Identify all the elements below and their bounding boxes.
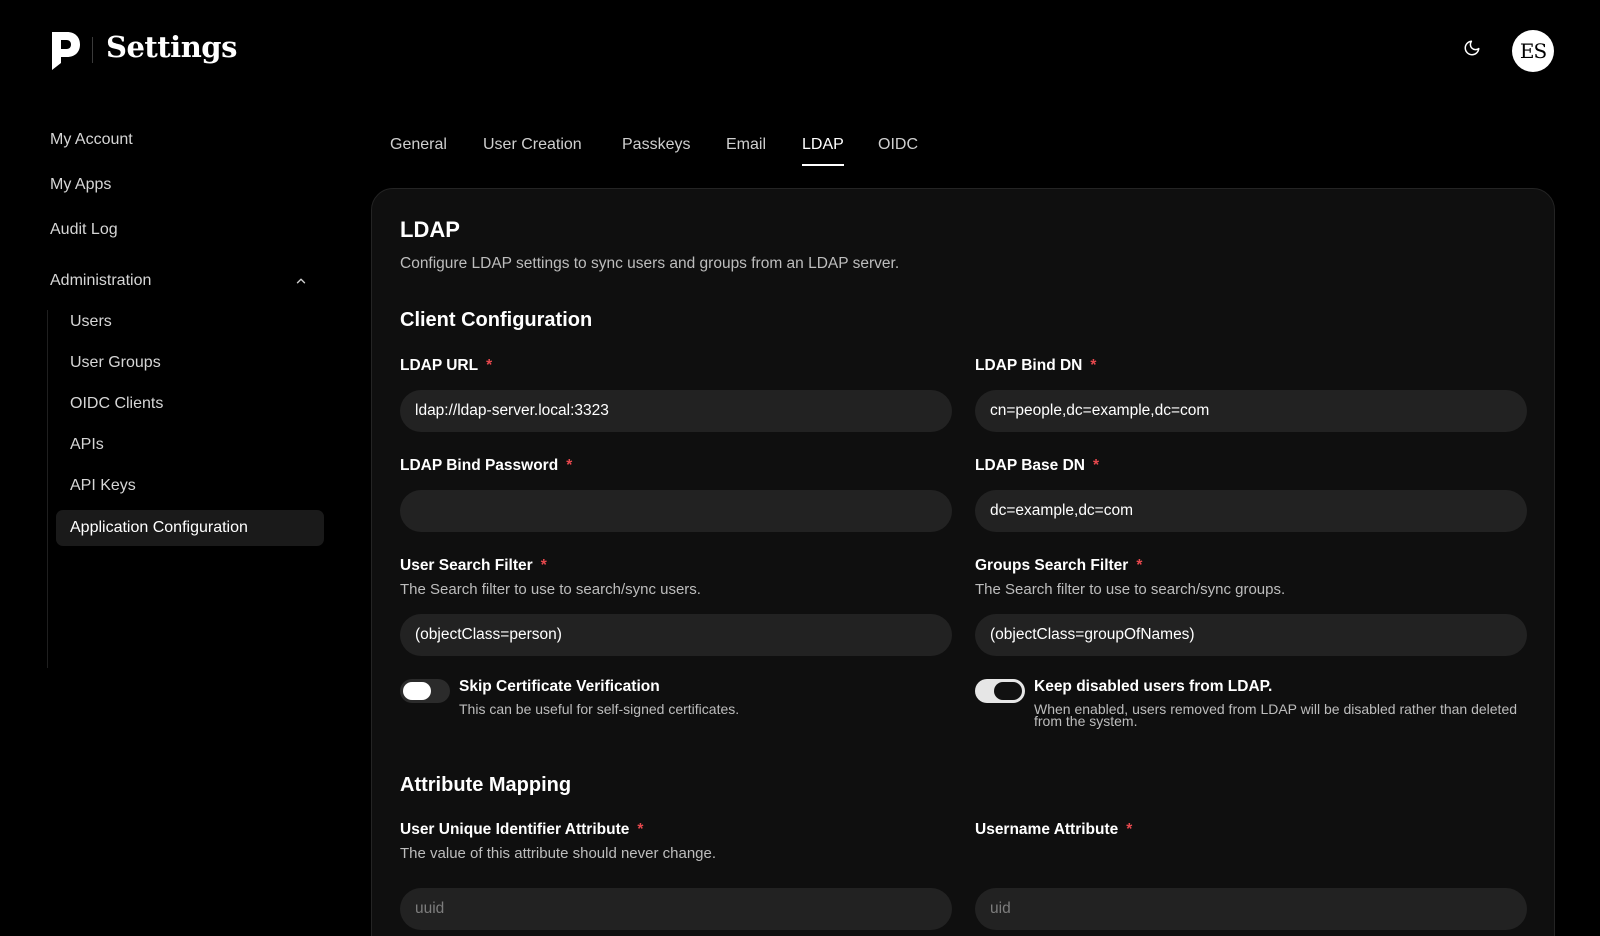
username-attribute-label-text: Username Attribute: [975, 821, 1119, 838]
tab-email[interactable]: Email: [726, 132, 766, 166]
required-marker: *: [486, 357, 493, 374]
ldap-bind-password-input[interactable]: [400, 490, 952, 532]
ldap-bind-dn-input[interactable]: [975, 390, 1527, 432]
required-marker: *: [1092, 457, 1100, 474]
sidebar-item-my-apps[interactable]: My Apps: [50, 172, 111, 198]
required-marker: *: [566, 457, 573, 474]
username-attribute-label: Username Attribute *: [975, 821, 1132, 839]
skip-certificate-verification-label: Skip Certificate Verification: [459, 678, 660, 695]
groups-search-filter-help: The Search filter to use to search/sync …: [975, 581, 1286, 598]
skip-certificate-verification-toggle[interactable]: [400, 679, 450, 703]
logo-divider: [92, 37, 93, 63]
ldap-base-dn-label-text: LDAP Base DN: [975, 457, 1085, 474]
user-unique-identifier-help: The value of this attribute should never…: [400, 845, 717, 862]
ldap-url-label-text: LDAP URL: [400, 357, 479, 374]
moon-icon: [1463, 39, 1481, 62]
sidebar-item-oidc-clients[interactable]: OIDC Clients: [56, 386, 324, 422]
sidebar-item-user-groups[interactable]: User Groups: [56, 345, 324, 381]
user-avatar[interactable]: ES: [1512, 30, 1554, 72]
keep-disabled-users-toggle[interactable]: [975, 679, 1025, 703]
required-marker: *: [1126, 821, 1133, 838]
user-search-filter-label: User Search Filter *: [400, 557, 547, 575]
required-marker: *: [540, 557, 547, 574]
sidebar-item-apis[interactable]: APIs: [56, 427, 324, 463]
card-title: LDAP: [400, 217, 460, 242]
skip-certificate-verification-help: This can be useful for self-signed certi…: [459, 701, 740, 717]
tab-user-creation[interactable]: User Creation: [483, 132, 582, 166]
ldap-settings-card: LDAP Configure LDAP settings to sync use…: [371, 188, 1555, 936]
tab-general[interactable]: General: [390, 132, 447, 166]
toggle-knob: [403, 682, 431, 700]
user-unique-identifier-input[interactable]: [400, 888, 952, 930]
pocket-id-logo-icon[interactable]: [50, 32, 80, 70]
sidebar-item-users[interactable]: Users: [56, 304, 324, 340]
user-unique-identifier-label: User Unique Identifier Attribute *: [400, 821, 643, 839]
tab-passkeys[interactable]: Passkeys: [622, 132, 690, 166]
ldap-url-input[interactable]: [400, 390, 952, 432]
ldap-bind-password-label: LDAP Bind Password *: [400, 457, 572, 475]
required-marker: *: [1090, 357, 1097, 374]
tab-ldap-label: LDAP: [802, 136, 844, 153]
user-search-filter-help: The Search filter to use to search/sync …: [400, 581, 701, 598]
header: Settings ES: [0, 0, 1600, 100]
toggle-knob: [994, 682, 1022, 700]
active-tab-indicator: [802, 164, 844, 166]
settings-page: Settings ES My Account My Apps Audit Log…: [0, 0, 1600, 936]
submenu-divider: [47, 310, 48, 668]
user-unique-identifier-label-text: User Unique Identifier Attribute: [400, 821, 630, 838]
theme-toggle-button[interactable]: [1458, 36, 1486, 64]
attribute-mapping-title: Attribute Mapping: [400, 774, 572, 796]
user-search-filter-input[interactable]: [400, 614, 952, 656]
user-search-filter-label-text: User Search Filter: [400, 557, 533, 574]
sidebar-item-application-configuration[interactable]: Application Configuration: [56, 510, 324, 546]
ldap-bind-dn-label: LDAP Bind DN *: [975, 357, 1096, 375]
ldap-bind-dn-label-text: LDAP Bind DN: [975, 357, 1083, 374]
keep-disabled-users-help: When enabled, users removed from LDAP wi…: [1034, 701, 1518, 729]
ldap-base-dn-input[interactable]: [975, 490, 1527, 532]
card-description: Configure LDAP settings to sync users an…: [400, 255, 900, 272]
groups-search-filter-input[interactable]: [975, 614, 1527, 656]
ldap-bind-password-label-text: LDAP Bind Password: [400, 457, 559, 474]
chevron-up-icon: [294, 274, 308, 288]
tab-ldap[interactable]: LDAP: [802, 132, 844, 166]
groups-search-filter-label: Groups Search Filter *: [975, 557, 1142, 575]
required-marker: *: [637, 821, 644, 838]
groups-search-filter-label-text: Groups Search Filter: [975, 557, 1129, 574]
app-title: Settings: [106, 30, 237, 64]
administration-label: Administration: [50, 272, 152, 289]
required-marker: *: [1136, 557, 1143, 574]
keep-disabled-users-label: Keep disabled users from LDAP.: [1034, 678, 1273, 695]
sidebar-item-administration[interactable]: Administration: [50, 268, 308, 294]
tab-oidc[interactable]: OIDC: [878, 132, 918, 166]
client-configuration-title: Client Configuration: [400, 309, 593, 331]
sidebar-item-audit-log[interactable]: Audit Log: [50, 217, 118, 243]
ldap-url-label: LDAP URL *: [400, 357, 492, 375]
sidebar-item-my-account[interactable]: My Account: [50, 127, 133, 153]
username-attribute-input[interactable]: [975, 888, 1527, 930]
ldap-base-dn-label: LDAP Base DN *: [975, 457, 1099, 475]
sidebar-item-api-keys[interactable]: API Keys: [56, 468, 324, 504]
